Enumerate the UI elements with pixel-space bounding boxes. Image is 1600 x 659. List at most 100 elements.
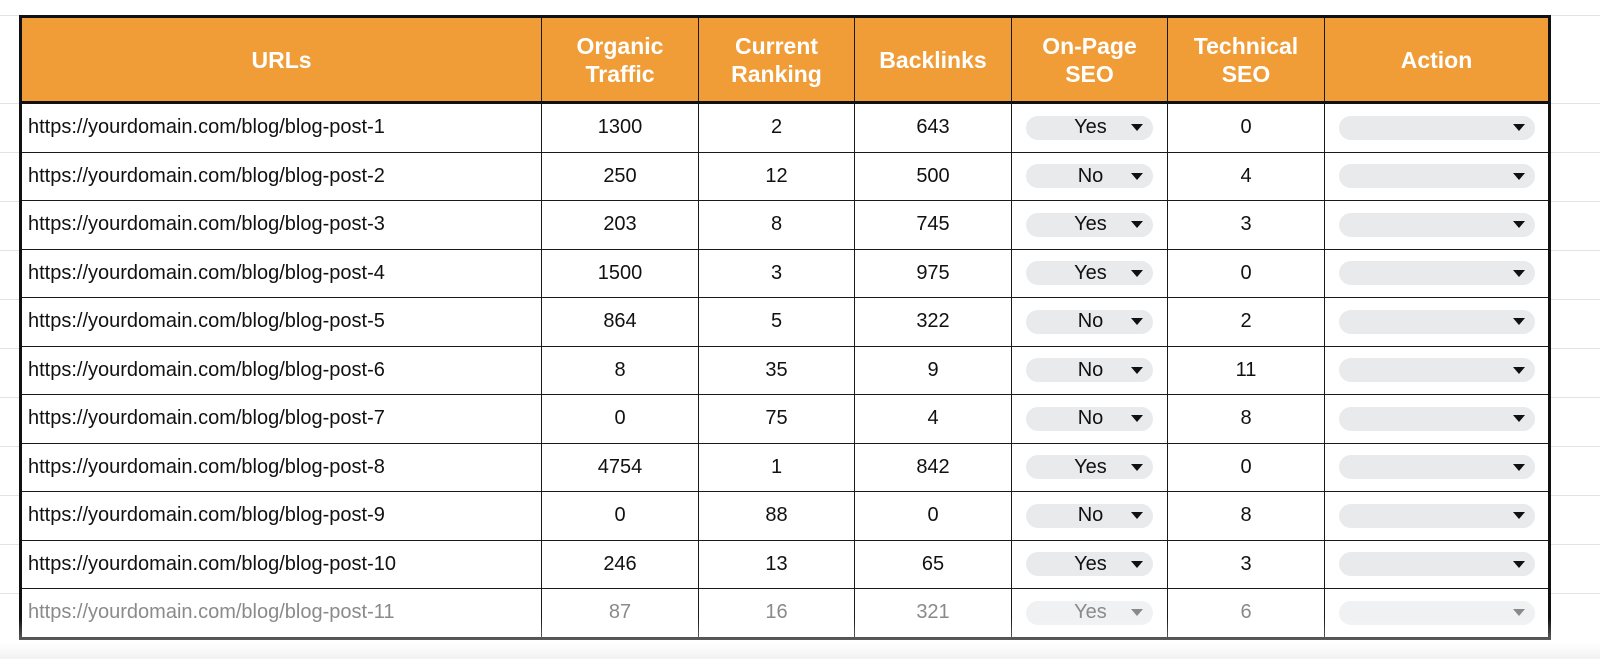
url-cell[interactable]: https://yourdomain.com/blog/blog-post-2 (20, 151, 542, 201)
action-cell (1324, 151, 1550, 201)
current-ranking-cell[interactable]: 75 (698, 394, 855, 444)
table-row: https://yourdomain.com/blog/blog-post-2 2… (20, 151, 1550, 201)
on-page-seo-dropdown[interactable]: Yes (1026, 600, 1153, 625)
url-cell[interactable]: https://yourdomain.com/blog/blog-post-5 (20, 297, 542, 347)
backlinks-cell[interactable]: 745 (854, 200, 1012, 250)
on-page-seo-dropdown[interactable]: Yes (1026, 455, 1153, 480)
organic-traffic-cell[interactable]: 1300 (541, 102, 699, 153)
on-page-seo-dropdown[interactable]: Yes (1026, 115, 1153, 140)
action-dropdown[interactable] (1338, 455, 1535, 480)
technical-seo-cell[interactable]: 0 (1167, 248, 1325, 298)
action-dropdown[interactable] (1338, 600, 1535, 625)
action-dropdown[interactable] (1338, 503, 1535, 528)
technical-seo-cell[interactable]: 6 (1167, 588, 1325, 639)
organic-traffic-cell[interactable]: 0 (541, 491, 699, 541)
backlinks-cell[interactable]: 322 (854, 297, 1012, 347)
header-backlinks[interactable]: Backlinks (854, 16, 1012, 104)
header-current-ranking[interactable]: Current Ranking (698, 16, 855, 104)
on-page-seo-dropdown[interactable]: No (1026, 164, 1153, 189)
on-page-seo-dropdown[interactable]: Yes (1026, 212, 1153, 237)
caret-down-icon (1512, 318, 1525, 326)
url-cell[interactable]: https://yourdomain.com/blog/blog-post-1 (20, 102, 542, 153)
url-cell[interactable]: https://yourdomain.com/blog/blog-post-11 (20, 588, 542, 639)
technical-seo-cell[interactable]: 8 (1167, 394, 1325, 444)
url-cell[interactable]: https://yourdomain.com/blog/blog-post-3 (20, 200, 542, 250)
technical-seo-cell[interactable]: 3 (1167, 200, 1325, 250)
backlinks-cell[interactable]: 500 (854, 151, 1012, 201)
organic-traffic-cell[interactable]: 250 (541, 151, 699, 201)
url-cell[interactable]: https://yourdomain.com/blog/blog-post-8 (20, 442, 542, 492)
technical-seo-cell[interactable]: 2 (1167, 297, 1325, 347)
action-dropdown[interactable] (1338, 406, 1535, 431)
header-technical-seo[interactable]: Technical SEO (1167, 16, 1325, 104)
technical-seo-cell[interactable]: 0 (1167, 102, 1325, 153)
caret-down-icon (1131, 415, 1143, 423)
url-cell[interactable]: https://yourdomain.com/blog/blog-post-4 (20, 248, 542, 298)
action-dropdown[interactable] (1338, 261, 1535, 286)
table-row: https://yourdomain.com/blog/blog-post-10… (20, 539, 1550, 589)
caret-down-icon (1512, 269, 1525, 277)
organic-traffic-cell[interactable]: 246 (541, 539, 699, 589)
on-page-seo-dropdown[interactable]: No (1026, 406, 1153, 431)
on-page-seo-dropdown[interactable]: No (1026, 309, 1153, 334)
organic-traffic-cell[interactable]: 8 (541, 345, 699, 395)
technical-seo-cell[interactable]: 4 (1167, 151, 1325, 201)
on-page-seo-dropdown[interactable]: Yes (1026, 261, 1153, 286)
action-dropdown[interactable] (1338, 115, 1535, 140)
table-row: https://yourdomain.com/blog/blog-post-9 0… (20, 491, 1550, 541)
backlinks-cell[interactable]: 65 (854, 539, 1012, 589)
current-ranking-cell[interactable]: 12 (698, 151, 855, 201)
current-ranking-cell[interactable]: 3 (698, 248, 855, 298)
caret-down-icon (1512, 463, 1525, 471)
organic-traffic-cell[interactable]: 0 (541, 394, 699, 444)
url-cell[interactable]: https://yourdomain.com/blog/blog-post-9 (20, 491, 542, 541)
caret-down-icon (1131, 318, 1143, 326)
organic-traffic-cell[interactable]: 87 (541, 588, 699, 639)
on-page-seo-dropdown[interactable]: No (1026, 358, 1153, 383)
technical-seo-cell[interactable]: 0 (1167, 442, 1325, 492)
header-organic-traffic-label: Organic Traffic (576, 32, 664, 87)
header-action[interactable]: Action (1324, 16, 1550, 104)
current-ranking-cell[interactable]: 88 (698, 491, 855, 541)
backlinks-cell[interactable]: 842 (854, 442, 1012, 492)
header-urls[interactable]: URLs (20, 16, 542, 104)
organic-traffic-cell[interactable]: 203 (541, 200, 699, 250)
backlinks-cell[interactable]: 4 (854, 394, 1012, 444)
header-current-ranking-label: Current Ranking (731, 32, 822, 87)
on-page-seo-value: Yes (1074, 552, 1107, 575)
organic-traffic-cell[interactable]: 4754 (541, 442, 699, 492)
backlinks-cell[interactable]: 975 (854, 248, 1012, 298)
current-ranking-cell[interactable]: 1 (698, 442, 855, 492)
current-ranking-cell[interactable]: 8 (698, 200, 855, 250)
table-row: https://yourdomain.com/blog/blog-post-8 4… (20, 442, 1550, 492)
action-dropdown[interactable] (1338, 358, 1535, 383)
url-cell[interactable]: https://yourdomain.com/blog/blog-post-6 (20, 345, 542, 395)
backlinks-cell[interactable]: 643 (854, 102, 1012, 153)
action-dropdown[interactable] (1338, 309, 1535, 334)
action-dropdown[interactable] (1338, 552, 1535, 577)
current-ranking-cell[interactable]: 13 (698, 539, 855, 589)
url-cell[interactable]: https://yourdomain.com/blog/blog-post-10 (20, 539, 542, 589)
action-dropdown[interactable] (1338, 164, 1535, 189)
current-ranking-cell[interactable]: 2 (698, 102, 855, 153)
organic-traffic-cell[interactable]: 864 (541, 297, 699, 347)
caret-down-icon (1131, 124, 1143, 132)
backlinks-cell[interactable]: 9 (854, 345, 1012, 395)
on-page-seo-dropdown[interactable]: Yes (1026, 552, 1153, 577)
current-ranking-cell[interactable]: 5 (698, 297, 855, 347)
backlinks-cell[interactable]: 0 (854, 491, 1012, 541)
technical-seo-cell[interactable]: 11 (1167, 345, 1325, 395)
on-page-seo-cell: Yes (1011, 102, 1168, 153)
header-on-page-seo[interactable]: On-Page SEO (1011, 16, 1168, 104)
action-dropdown[interactable] (1338, 212, 1535, 237)
technical-seo-cell[interactable]: 8 (1167, 491, 1325, 541)
url-cell[interactable]: https://yourdomain.com/blog/blog-post-7 (20, 394, 542, 444)
current-ranking-cell[interactable]: 16 (698, 588, 855, 639)
organic-traffic-cell[interactable]: 1500 (541, 248, 699, 298)
backlinks-cell[interactable]: 321 (854, 588, 1012, 639)
on-page-seo-dropdown[interactable]: No (1026, 503, 1153, 528)
technical-seo-cell[interactable]: 3 (1167, 539, 1325, 589)
current-ranking-cell[interactable]: 35 (698, 345, 855, 395)
action-cell (1324, 491, 1550, 541)
header-organic-traffic[interactable]: Organic Traffic (541, 16, 699, 104)
